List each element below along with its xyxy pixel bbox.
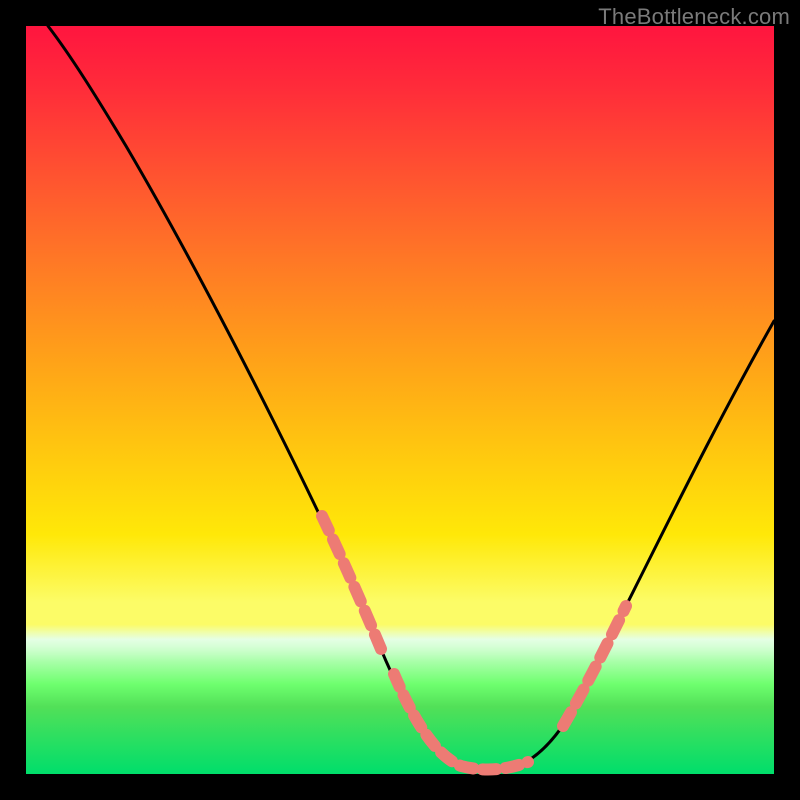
highlight-right [563, 606, 626, 726]
highlight-bottom [394, 674, 528, 769]
highlight-left [322, 516, 381, 649]
watermark-text: TheBottleneck.com [598, 4, 790, 30]
chart-frame: TheBottleneck.com [0, 0, 800, 800]
curve-svg [26, 26, 774, 774]
bottleneck-curve-line [48, 26, 774, 770]
